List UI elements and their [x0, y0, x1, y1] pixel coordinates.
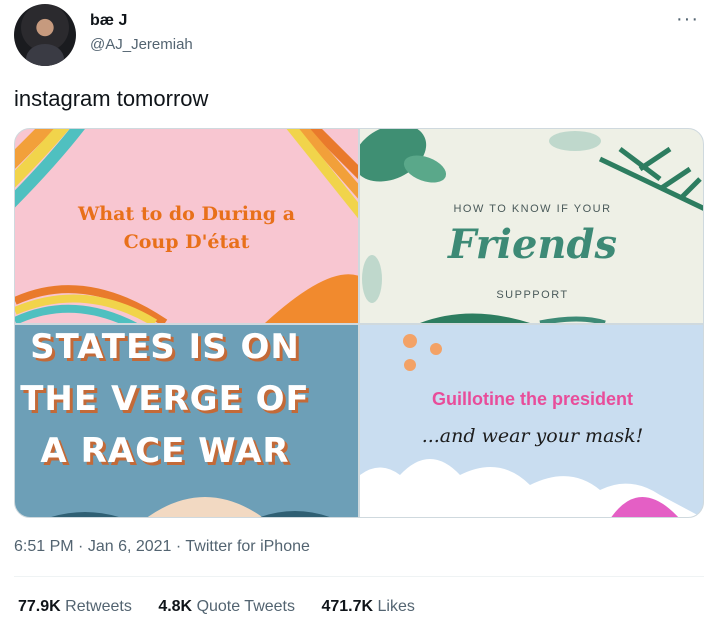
- tweet-time[interactable]: 6:51 PM: [14, 538, 74, 555]
- display-name[interactable]: bæ J: [90, 12, 127, 30]
- media-image-4[interactable]: Guillotine the president ...and wear you…: [360, 325, 703, 517]
- likes-stat[interactable]: 471.7K Likes: [321, 598, 414, 616]
- tile4-line1: Guillotine the president: [431, 389, 633, 409]
- media-image-2[interactable]: HOW TO KNOW IF YOUR Friends SUPPPORT: [360, 129, 703, 323]
- tile3-line2: THE VERGE OF: [20, 379, 310, 419]
- tile4-line2: ...and wear your mask!: [421, 425, 644, 447]
- media-image-3[interactable]: STATES IS ON THE VERGE OF A RACE WAR: [15, 325, 358, 517]
- tile3-line1: STATES IS ON: [30, 327, 300, 367]
- media-grid: What to do During a Coup D'état HOW TO K…: [14, 128, 704, 518]
- tile3-line3: A RACE WAR: [40, 431, 290, 471]
- quote-tweets-label: Quote Tweets: [196, 598, 295, 615]
- clouds-decoration: [360, 334, 702, 517]
- likes-label: Likes: [377, 598, 415, 615]
- tile1-line2: Coup D'état: [123, 231, 250, 253]
- retweets-label: Retweets: [65, 598, 132, 615]
- likes-count: 471.7K: [321, 598, 374, 615]
- quote-tweets-count: 4.8K: [158, 598, 193, 615]
- tweet-meta: 6:51 PM · Jan 6, 2021 · Twitter for iPho…: [14, 538, 310, 556]
- retweets-stat[interactable]: 77.9K Retweets: [18, 598, 132, 616]
- tweet-stats: 77.9K Retweets 4.8K Quote Tweets 471.7K …: [18, 598, 437, 616]
- tweet-date[interactable]: Jan 6, 2021: [88, 538, 172, 555]
- tile2-title: Friends: [448, 221, 617, 268]
- media-image-1[interactable]: What to do During a Coup D'état: [15, 129, 358, 323]
- retweets-count: 77.9K: [18, 598, 61, 615]
- tile2-bottom-text: SUPPPORT: [496, 289, 569, 301]
- meta-separator: ·: [175, 538, 182, 555]
- tweet-text: instagram tomorrow: [14, 86, 209, 111]
- meta-separator: ·: [78, 538, 84, 555]
- avatar-shirt: [26, 44, 64, 66]
- avatar[interactable]: [14, 4, 76, 66]
- user-handle[interactable]: @AJ_Jeremiah: [90, 36, 193, 53]
- divider: [14, 576, 704, 577]
- tile2-top-text: HOW TO KNOW IF YOUR: [453, 203, 612, 215]
- tile1-line1: What to do During a: [77, 203, 296, 225]
- quote-tweets-stat[interactable]: 4.8K Quote Tweets: [158, 598, 295, 616]
- ellipsis-icon[interactable]: ···: [676, 8, 699, 31]
- tweet-source[interactable]: Twitter for iPhone: [185, 538, 310, 555]
